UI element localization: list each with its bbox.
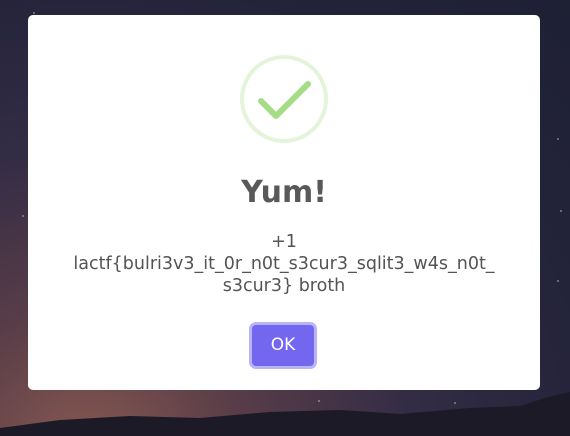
- ok-button[interactable]: OK: [252, 325, 314, 366]
- message-line: +1: [271, 232, 297, 252]
- dialog-title: Yum!: [241, 175, 327, 210]
- message-line: s3cur3} broth: [222, 276, 346, 296]
- dialog-message: +1 lactf{bulri3v3_it_0r_n0t_s3cur3_sqlit…: [52, 231, 516, 297]
- success-dialog: Yum! +1 lactf{bulri3v3_it_0r_n0t_s3cur3_…: [28, 15, 540, 390]
- success-check-icon: [240, 55, 328, 143]
- message-line: lactf{bulri3v3_it_0r_n0t_s3cur3_sqlit3_w…: [73, 254, 495, 274]
